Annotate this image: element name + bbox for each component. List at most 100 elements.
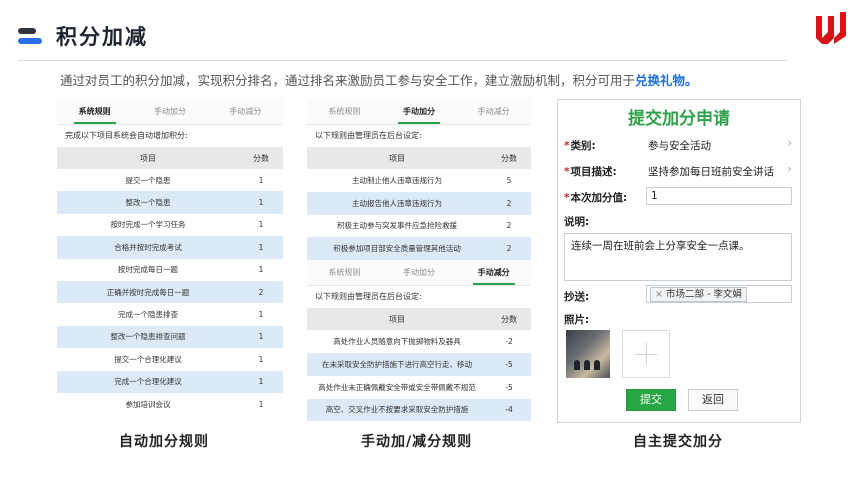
table-row: 正确并按时完成每日一题 2 xyxy=(57,280,283,304)
table-row: 主动报告他人违章违规行为 2 xyxy=(307,191,531,215)
note-row: 说明: xyxy=(564,214,589,229)
points-row: * 本次加分值: xyxy=(564,190,627,205)
row-item: 积极主动参与突发事件应急抢险救援 xyxy=(337,221,457,231)
table-row: 提交一个合理化建议 1 xyxy=(57,348,283,370)
required-asterisk: * xyxy=(564,139,570,152)
row-score: 1 xyxy=(258,399,264,409)
row-score: -4 xyxy=(487,398,531,422)
photo-row: 照片: xyxy=(564,312,589,327)
table-row: 合格并按时完成考试 1 xyxy=(57,236,283,259)
table-row: 按时完成一个学习任务 1 xyxy=(57,214,283,236)
cc-label: 抄送: xyxy=(564,291,590,303)
cc-recipient-tag[interactable]: × 市场二部 - 李文娟 xyxy=(650,287,747,302)
row-score: 2 xyxy=(506,221,512,231)
cc-tag-text: 市场二部 - 李文娟 xyxy=(665,289,742,300)
points-label: 本次加分值: xyxy=(570,192,628,204)
intro-text: 通过对员工的积分加减，实现积分排名，通过排名来激励员工参与安全工作，建立激励机制… xyxy=(60,70,698,89)
chevron-right-icon[interactable]: › xyxy=(787,162,792,176)
row-score: 1 xyxy=(258,265,264,275)
column-header-score: 分数 xyxy=(487,147,531,169)
brand-logo-icon xyxy=(816,12,846,44)
row-item: 整改一个隐患 xyxy=(57,191,239,214)
auto-rules-panel: 系统规则 手动加分 手动减分 完成以下项目系统会自动增加积分: 项目 分数 提交… xyxy=(57,99,283,423)
tab-manual-add[interactable]: 手动加分 xyxy=(132,99,207,124)
row-item: 主动报告他人违章违规行为 xyxy=(307,191,487,215)
cc-input[interactable]: × 市场二部 - 李文娟 xyxy=(646,285,792,303)
row-score: 1 xyxy=(258,310,264,320)
photo-thumbnail[interactable] xyxy=(566,330,610,378)
intro-highlight: 兑换礼物。 xyxy=(635,73,698,88)
description-label: 项目描述: xyxy=(570,166,617,178)
row-score: 1 xyxy=(258,354,264,364)
page-header: 积分加减 xyxy=(18,18,148,54)
row-item: 完成一个隐患排查 xyxy=(118,310,178,320)
table-row: 完成一个隐患排查 1 xyxy=(57,303,283,325)
table-row: 高处作业人员随意向下抛掷物料及器具 -2 xyxy=(307,330,531,353)
table-row: 参加培训会议 1 xyxy=(57,393,283,415)
tab-system-rules[interactable]: 系统规则 xyxy=(307,260,382,285)
tab-system-rules[interactable]: 系统规则 xyxy=(307,99,382,124)
tab-manual-add[interactable]: 手动加分 xyxy=(382,99,457,124)
row-item: 整改一个隐患排查问题 xyxy=(57,325,239,349)
row-item: 按时完成一个学习任务 xyxy=(110,220,186,230)
remove-tag-icon[interactable]: × xyxy=(655,289,663,300)
tab-manual-add[interactable]: 手动加分 xyxy=(382,260,457,285)
row-score: 2 xyxy=(239,280,283,304)
row-item: 完成一个合理化建议 xyxy=(57,370,239,393)
auto-rules-table: 项目 分数 提交一个隐患 1 整改一个隐患 1 按时完成一个学习任务 1 合格并按时完… xyxy=(57,147,283,415)
row-item: 正确并按时完成每日一题 xyxy=(57,280,239,304)
form-title: 提交加分申请 xyxy=(628,109,730,129)
add-photo-icon[interactable] xyxy=(622,330,670,378)
table-row: 按时完成每日一题 1 xyxy=(57,259,283,281)
row-item: 提交一个合理化建议 xyxy=(114,354,182,364)
submit-form-panel: 提交加分申请 * 类别: 参与安全活动 › * 项目描述: 坚持参加每日班前安全讲话… xyxy=(557,99,801,423)
add-tabs: 系统规则 手动加分 手动减分 xyxy=(307,99,531,125)
menu-bars-icon xyxy=(18,25,44,47)
table-row: 积极主动参与突发事件应急抢险救援 2 xyxy=(307,215,531,238)
note-label: 说明: xyxy=(564,216,590,228)
row-item: 在未采取安全防护措施下进行高空行走、移动 xyxy=(307,352,487,376)
add-rules-table: 项目 分数 主动制止他人违章违规行为 5 主动报告他人违章违规行为 2 积极主动参与… xyxy=(307,147,531,261)
caption-submit-form: 自主提交加分 xyxy=(633,434,723,450)
tab-manual-minus[interactable]: 手动减分 xyxy=(208,99,283,124)
photo-label: 照片: xyxy=(564,314,590,326)
tab-manual-minus[interactable]: 手动减分 xyxy=(456,99,531,124)
minus-rules-note: 以下规则由管理员在后台设定: xyxy=(315,292,422,302)
description-row[interactable]: * 项目描述: xyxy=(564,164,617,179)
column-header-item: 项目 xyxy=(307,147,487,169)
row-score: 1 xyxy=(239,325,283,349)
category-label: 类别: xyxy=(570,140,596,152)
required-asterisk: * xyxy=(564,165,570,178)
table-row: 整改一个隐患排查问题 1 xyxy=(57,325,283,349)
category-row[interactable]: * 类别: xyxy=(564,138,596,153)
table-row: 整改一个隐患 1 xyxy=(57,191,283,214)
table-row: 主动制止他人违章违规行为 5 xyxy=(307,169,531,192)
table-row: 高空、交叉作业不按要求采取安全防护措施 -4 xyxy=(307,398,531,422)
note-textarea[interactable]: 连续一周在班前会上分享安全一点课。 xyxy=(564,233,792,281)
submit-button[interactable]: 提交 xyxy=(626,389,676,411)
manual-rules-panel: 系统规则 手动加分 手动减分 以下规则由管理员在后台设定: 项目 分数 主动制止… xyxy=(307,99,531,423)
points-input[interactable]: 1 xyxy=(646,187,792,205)
back-button[interactable]: 返回 xyxy=(688,389,738,411)
category-value[interactable]: 参与安全活动 xyxy=(648,138,711,153)
tab-system-rules[interactable]: 系统规则 xyxy=(57,99,132,124)
caption-auto-rules: 自动加分规则 xyxy=(119,434,209,450)
row-score: 2 xyxy=(487,237,531,261)
minus-rules-table: 项目 分数 高处作业人员随意向下抛掷物料及器具 -2 在未采取安全防护措施下进行高… xyxy=(307,308,531,422)
required-asterisk: * xyxy=(564,191,570,204)
row-score: -2 xyxy=(505,337,513,347)
row-score: 1 xyxy=(258,175,264,185)
row-score: 1 xyxy=(239,370,283,393)
tab-manual-minus[interactable]: 手动减分 xyxy=(456,260,531,286)
row-item: 高处作业未正确佩戴安全带或安全带佩戴不规范 xyxy=(318,382,476,392)
cc-row: 抄送: xyxy=(564,289,589,304)
row-item: 按时完成每日一题 xyxy=(118,265,178,275)
description-value[interactable]: 坚持参加每日班前安全讲话 xyxy=(648,164,774,179)
row-item: 提交一个隐患 xyxy=(125,175,171,185)
row-score: 2 xyxy=(487,191,531,215)
chevron-right-icon[interactable]: › xyxy=(787,136,792,150)
rules-tabs: 系统规则 手动加分 手动减分 xyxy=(57,99,283,125)
row-item: 参加培训会议 xyxy=(125,399,171,409)
row-score: -5 xyxy=(505,382,513,392)
rules-note: 完成以下项目系统会自动增加积分: xyxy=(65,131,188,140)
